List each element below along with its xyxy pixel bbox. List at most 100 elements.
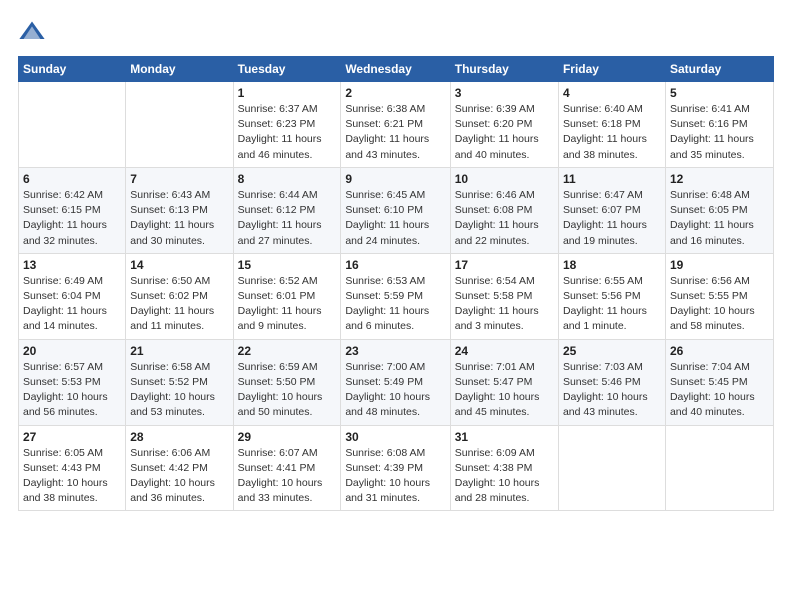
day-number: 18 xyxy=(563,258,661,272)
calendar-cell xyxy=(665,425,773,511)
day-number: 6 xyxy=(23,172,121,186)
calendar-week-row: 27 Sunrise: 6:05 AM Sunset: 4:43 PM Dayli… xyxy=(19,425,774,511)
calendar-cell: 26Sunrise: 7:04 AM Sunset: 5:45 PM Dayli… xyxy=(665,339,773,425)
calendar-cell: 29Sunrise: 6:07 AM Sunset: 4:41 PM Dayli… xyxy=(233,425,341,511)
calendar-cell: 8 Sunrise: 6:44 AM Sunset: 6:12 PM Daylig… xyxy=(233,167,341,253)
calendar-cell: 6Sunrise: 6:42 AM Sunset: 6:15 PM Daylig… xyxy=(19,167,126,253)
day-number: 11 xyxy=(563,172,661,186)
day-info: Sunrise: 6:55 AM Sunset: 5:56 PM Dayligh… xyxy=(563,274,661,335)
day-number: 1 xyxy=(238,86,337,100)
day-number: 15 xyxy=(238,258,337,272)
day-info: Sunrise: 6:52 AM Sunset: 6:01 PM Dayligh… xyxy=(238,274,337,335)
calendar-cell: 1 Sunrise: 6:37 AM Sunset: 6:23 PM Daylig… xyxy=(233,82,341,168)
calendar-cell: 31 Sunrise: 6:09 AM Sunset: 4:38 PM Dayli… xyxy=(450,425,558,511)
day-info: Sunrise: 6:56 AM Sunset: 5:55 PM Dayligh… xyxy=(670,274,769,335)
calendar-cell: 24 Sunrise: 7:01 AM Sunset: 5:47 PM Dayli… xyxy=(450,339,558,425)
calendar-cell: 7 Sunrise: 6:43 AM Sunset: 6:13 PM Daylig… xyxy=(126,167,233,253)
day-number: 9 xyxy=(345,172,445,186)
calendar-cell: 14 Sunrise: 6:50 AM Sunset: 6:02 PM Dayli… xyxy=(126,253,233,339)
day-info: Sunrise: 6:05 AM Sunset: 4:43 PM Dayligh… xyxy=(23,446,121,507)
calendar-header-friday: Friday xyxy=(558,57,665,82)
calendar-cell: 13 Sunrise: 6:49 AM Sunset: 6:04 PM Dayli… xyxy=(19,253,126,339)
calendar-cell: 12Sunrise: 6:48 AM Sunset: 6:05 PM Dayli… xyxy=(665,167,773,253)
day-number: 24 xyxy=(455,344,554,358)
calendar-cell: 19 Sunrise: 6:56 AM Sunset: 5:55 PM Dayli… xyxy=(665,253,773,339)
day-number: 31 xyxy=(455,430,554,444)
day-number: 4 xyxy=(563,86,661,100)
calendar-cell: 4 Sunrise: 6:40 AM Sunset: 6:18 PM Daylig… xyxy=(558,82,665,168)
calendar-week-row: 1 Sunrise: 6:37 AM Sunset: 6:23 PM Daylig… xyxy=(19,82,774,168)
calendar-cell: 5Sunrise: 6:41 AM Sunset: 6:16 PM Daylig… xyxy=(665,82,773,168)
calendar-week-row: 13 Sunrise: 6:49 AM Sunset: 6:04 PM Dayli… xyxy=(19,253,774,339)
day-info: Sunrise: 6:43 AM Sunset: 6:13 PM Dayligh… xyxy=(130,188,228,249)
day-info: Sunrise: 6:44 AM Sunset: 6:12 PM Dayligh… xyxy=(238,188,337,249)
day-number: 8 xyxy=(238,172,337,186)
day-info: Sunrise: 6:39 AM Sunset: 6:20 PM Dayligh… xyxy=(455,102,554,163)
calendar-cell xyxy=(19,82,126,168)
day-number: 23 xyxy=(345,344,445,358)
calendar-header-monday: Monday xyxy=(126,57,233,82)
day-number: 30 xyxy=(345,430,445,444)
day-info: Sunrise: 7:03 AM Sunset: 5:46 PM Dayligh… xyxy=(563,360,661,421)
day-info: Sunrise: 6:57 AM Sunset: 5:53 PM Dayligh… xyxy=(23,360,121,421)
day-number: 7 xyxy=(130,172,228,186)
calendar-cell: 21 Sunrise: 6:58 AM Sunset: 5:52 PM Dayli… xyxy=(126,339,233,425)
day-info: Sunrise: 6:53 AM Sunset: 5:59 PM Dayligh… xyxy=(345,274,445,335)
day-info: Sunrise: 6:46 AM Sunset: 6:08 PM Dayligh… xyxy=(455,188,554,249)
day-info: Sunrise: 6:09 AM Sunset: 4:38 PM Dayligh… xyxy=(455,446,554,507)
day-info: Sunrise: 6:47 AM Sunset: 6:07 PM Dayligh… xyxy=(563,188,661,249)
day-info: Sunrise: 6:59 AM Sunset: 5:50 PM Dayligh… xyxy=(238,360,337,421)
day-number: 14 xyxy=(130,258,228,272)
calendar-header-sunday: Sunday xyxy=(19,57,126,82)
calendar-cell: 3 Sunrise: 6:39 AM Sunset: 6:20 PM Daylig… xyxy=(450,82,558,168)
day-info: Sunrise: 7:01 AM Sunset: 5:47 PM Dayligh… xyxy=(455,360,554,421)
calendar-cell: 2Sunrise: 6:38 AM Sunset: 6:21 PM Daylig… xyxy=(341,82,450,168)
day-number: 26 xyxy=(670,344,769,358)
day-number: 19 xyxy=(670,258,769,272)
calendar-cell: 30 Sunrise: 6:08 AM Sunset: 4:39 PM Dayli… xyxy=(341,425,450,511)
day-number: 22 xyxy=(238,344,337,358)
day-info: Sunrise: 6:06 AM Sunset: 4:42 PM Dayligh… xyxy=(130,446,228,507)
day-info: Sunrise: 6:49 AM Sunset: 6:04 PM Dayligh… xyxy=(23,274,121,335)
calendar: SundayMondayTuesdayWednesdayThursdayFrid… xyxy=(18,56,774,511)
day-info: Sunrise: 6:38 AM Sunset: 6:21 PM Dayligh… xyxy=(345,102,445,163)
calendar-header-saturday: Saturday xyxy=(665,57,773,82)
day-info: Sunrise: 6:08 AM Sunset: 4:39 PM Dayligh… xyxy=(345,446,445,507)
calendar-cell xyxy=(558,425,665,511)
day-number: 27 xyxy=(23,430,121,444)
calendar-cell: 11 Sunrise: 6:47 AM Sunset: 6:07 PM Dayli… xyxy=(558,167,665,253)
page: SundayMondayTuesdayWednesdayThursdayFrid… xyxy=(0,0,792,612)
day-number: 21 xyxy=(130,344,228,358)
calendar-header-wednesday: Wednesday xyxy=(341,57,450,82)
calendar-cell: 9 Sunrise: 6:45 AM Sunset: 6:10 PM Daylig… xyxy=(341,167,450,253)
day-number: 25 xyxy=(563,344,661,358)
calendar-cell: 28 Sunrise: 6:06 AM Sunset: 4:42 PM Dayli… xyxy=(126,425,233,511)
day-info: Sunrise: 6:41 AM Sunset: 6:16 PM Dayligh… xyxy=(670,102,769,163)
day-info: Sunrise: 6:54 AM Sunset: 5:58 PM Dayligh… xyxy=(455,274,554,335)
calendar-cell: 27 Sunrise: 6:05 AM Sunset: 4:43 PM Dayli… xyxy=(19,425,126,511)
calendar-header-tuesday: Tuesday xyxy=(233,57,341,82)
calendar-cell: 16 Sunrise: 6:53 AM Sunset: 5:59 PM Dayli… xyxy=(341,253,450,339)
day-info: Sunrise: 6:50 AM Sunset: 6:02 PM Dayligh… xyxy=(130,274,228,335)
calendar-cell xyxy=(126,82,233,168)
calendar-cell: 23 Sunrise: 7:00 AM Sunset: 5:49 PM Dayli… xyxy=(341,339,450,425)
day-number: 28 xyxy=(130,430,228,444)
day-info: Sunrise: 6:37 AM Sunset: 6:23 PM Dayligh… xyxy=(238,102,337,163)
calendar-header-thursday: Thursday xyxy=(450,57,558,82)
day-info: Sunrise: 6:48 AM Sunset: 6:05 PM Dayligh… xyxy=(670,188,769,249)
day-number: 10 xyxy=(455,172,554,186)
calendar-header-row: SundayMondayTuesdayWednesdayThursdayFrid… xyxy=(19,57,774,82)
day-info: Sunrise: 7:00 AM Sunset: 5:49 PM Dayligh… xyxy=(345,360,445,421)
day-info: Sunrise: 6:40 AM Sunset: 6:18 PM Dayligh… xyxy=(563,102,661,163)
calendar-cell: 22 Sunrise: 6:59 AM Sunset: 5:50 PM Dayli… xyxy=(233,339,341,425)
day-info: Sunrise: 6:58 AM Sunset: 5:52 PM Dayligh… xyxy=(130,360,228,421)
calendar-cell: 20Sunrise: 6:57 AM Sunset: 5:53 PM Dayli… xyxy=(19,339,126,425)
day-number: 16 xyxy=(345,258,445,272)
day-number: 17 xyxy=(455,258,554,272)
calendar-cell: 10 Sunrise: 6:46 AM Sunset: 6:08 PM Dayli… xyxy=(450,167,558,253)
calendar-cell: 15 Sunrise: 6:52 AM Sunset: 6:01 PM Dayli… xyxy=(233,253,341,339)
calendar-cell: 18 Sunrise: 6:55 AM Sunset: 5:56 PM Dayli… xyxy=(558,253,665,339)
day-number: 3 xyxy=(455,86,554,100)
day-info: Sunrise: 6:45 AM Sunset: 6:10 PM Dayligh… xyxy=(345,188,445,249)
day-number: 13 xyxy=(23,258,121,272)
